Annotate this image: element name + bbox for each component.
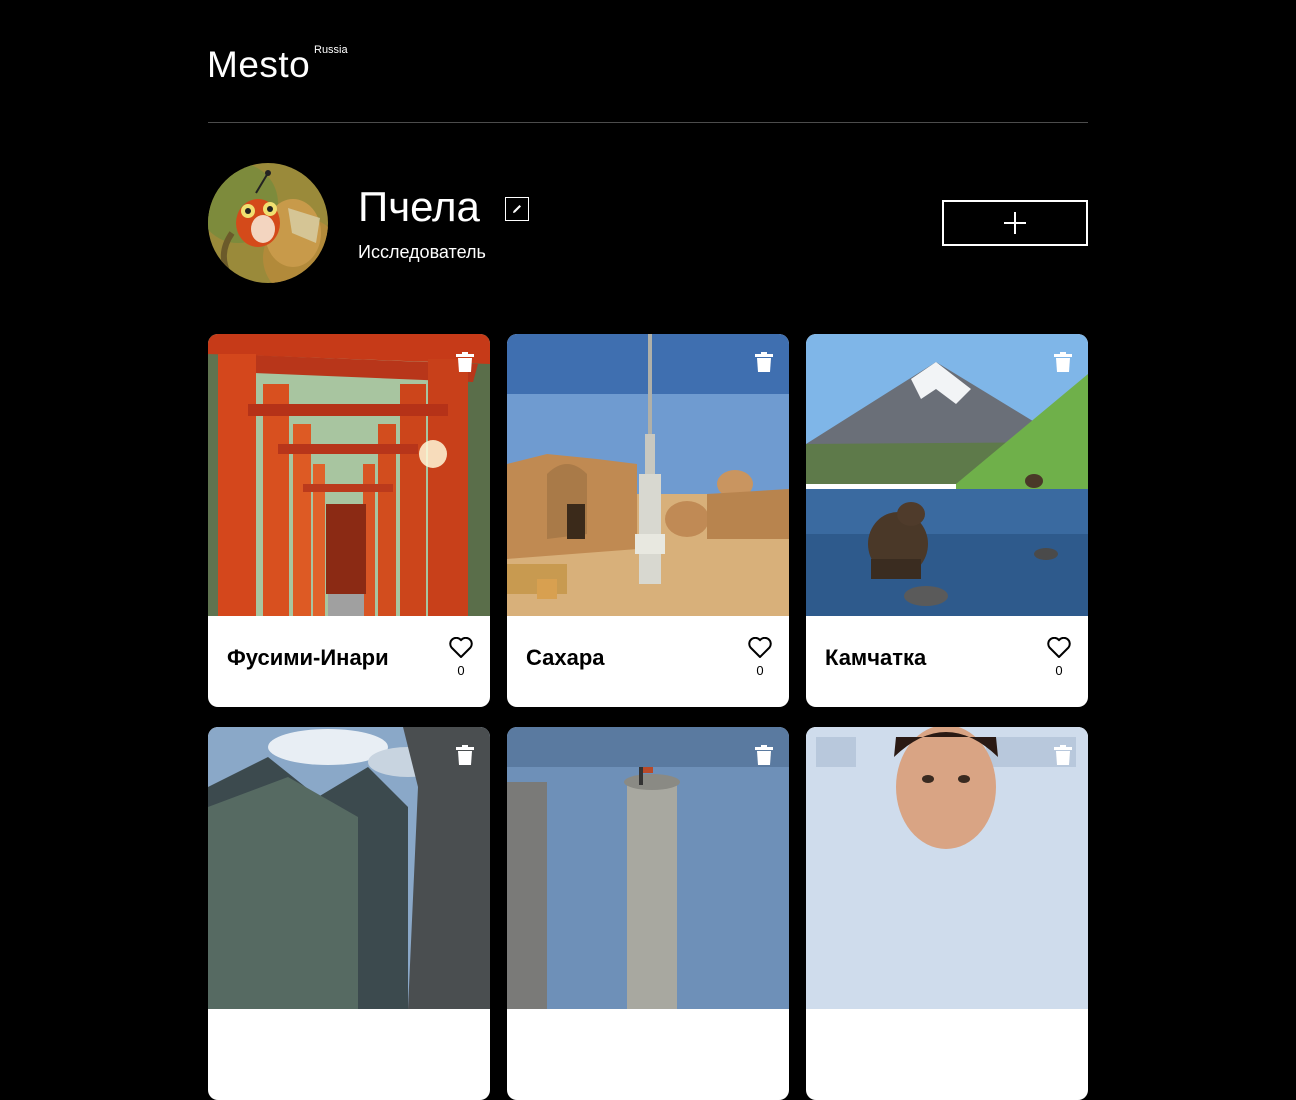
card: [806, 727, 1088, 1100]
like-group: 0: [1046, 636, 1072, 678]
logo-subtitle: Russia: [314, 44, 348, 56]
trash-icon: [755, 352, 773, 372]
card-image-castle-tower[interactable]: [507, 727, 789, 1009]
card: Камчатка 0: [806, 334, 1088, 707]
card-image-torii-gates[interactable]: [208, 334, 490, 616]
card-image-man-portrait[interactable]: [806, 727, 1088, 1009]
like-count: 0: [1055, 663, 1063, 678]
edit-profile-button[interactable]: [505, 197, 529, 221]
like-button[interactable]: [748, 636, 772, 658]
card-title: Фусими-Инари: [227, 645, 389, 670]
trash-icon: [1054, 745, 1072, 765]
add-card-button[interactable]: [942, 200, 1088, 246]
like-count: 0: [457, 663, 465, 678]
like-group: 0: [448, 636, 474, 678]
page: Mesto Russia Пчела Исследователь Фусими-…: [207, 0, 1088, 1100]
delete-button[interactable]: [755, 352, 775, 372]
card-title: Камчатка: [825, 645, 927, 670]
trash-icon: [456, 745, 474, 765]
card-image-volcano-bear[interactable]: [806, 334, 1088, 616]
delete-button[interactable]: [755, 745, 775, 765]
plus-icon: [1004, 212, 1026, 234]
profile-about: Исследователь: [358, 242, 486, 262]
delete-button[interactable]: [456, 745, 476, 765]
card-image-mountains[interactable]: [208, 727, 490, 1009]
delete-button[interactable]: [1054, 352, 1074, 372]
trash-icon: [755, 745, 773, 765]
logo: Mesto: [207, 44, 311, 85]
delete-button[interactable]: [1054, 745, 1074, 765]
heart-icon: [1047, 636, 1071, 658]
card: Сахара 0: [507, 334, 789, 707]
heart-icon: [748, 636, 772, 658]
trash-icon: [456, 352, 474, 372]
bee-avatar-icon: [208, 163, 328, 283]
like-group: 0: [747, 636, 773, 678]
delete-button[interactable]: [456, 352, 476, 372]
trash-icon: [1054, 352, 1072, 372]
header: Mesto Russia: [207, 0, 1088, 123]
profile: Пчела Исследователь: [208, 163, 1088, 283]
like-button[interactable]: [449, 636, 473, 658]
like-count: 0: [756, 663, 764, 678]
pencil-icon: [513, 205, 521, 213]
heart-icon: [449, 636, 473, 658]
card: [507, 727, 789, 1100]
like-button[interactable]: [1047, 636, 1071, 658]
profile-name: Пчела: [358, 183, 480, 230]
avatar[interactable]: [208, 163, 328, 283]
card-title: Сахара: [526, 645, 605, 670]
card: [208, 727, 490, 1100]
card-image-desert-village[interactable]: [507, 334, 789, 616]
card: Фусими-Инари 0: [208, 334, 490, 707]
